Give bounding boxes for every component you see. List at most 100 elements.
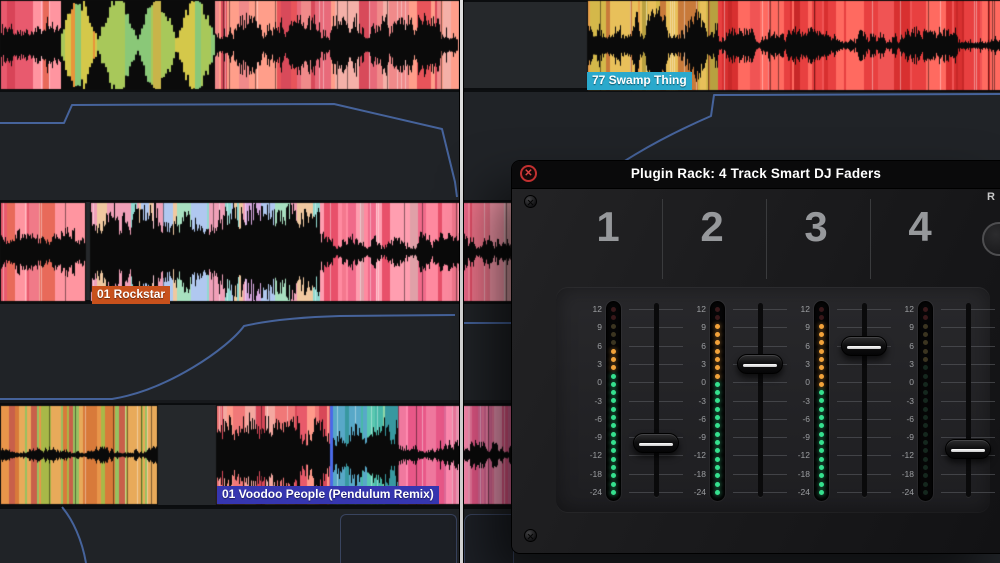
channel-separator (662, 199, 663, 279)
led (611, 340, 616, 345)
led (715, 332, 720, 337)
fader-handle-ch3[interactable] (841, 336, 887, 356)
led (611, 457, 616, 462)
led (819, 324, 824, 329)
led (611, 407, 616, 412)
clip-track3-left[interactable] (0, 406, 157, 504)
led (715, 365, 720, 370)
plugin-rack-window: ✕ Plugin Rack: 4 Track Smart DJ Faders 1… (512, 161, 1000, 553)
clip-track1-left[interactable] (0, 1, 458, 89)
led (819, 307, 824, 312)
knob-partial[interactable] (982, 222, 1000, 256)
db-scale-label: -6 (684, 415, 706, 424)
db-scale-label: 3 (684, 360, 706, 369)
led (715, 340, 720, 345)
led (819, 440, 824, 445)
reset-label-partial: R (987, 191, 995, 203)
db-scale-label: -9 (580, 433, 602, 442)
led (715, 324, 720, 329)
db-scale-label: -9 (788, 433, 810, 442)
led (715, 382, 720, 387)
led (611, 315, 616, 320)
clip-track2-left[interactable] (0, 203, 85, 301)
led (611, 307, 616, 312)
led (715, 490, 720, 495)
led (923, 448, 928, 453)
level-meter (918, 301, 933, 501)
led (819, 374, 824, 379)
led (923, 340, 928, 345)
led (611, 374, 616, 379)
clip-label-swamp-thing[interactable]: 77 Swamp Thing (587, 72, 692, 90)
db-scale-label: -18 (788, 470, 810, 479)
led (923, 457, 928, 462)
background-window-edge-right (464, 514, 514, 563)
led (819, 407, 824, 412)
level-meter (710, 301, 725, 501)
db-scale-label: 12 (684, 305, 706, 314)
led (923, 382, 928, 387)
fader-handle-ch1[interactable] (633, 433, 679, 453)
fader-panel: 129630-3-6-9-12-18-24129630-3-6-9-12-18-… (556, 287, 990, 512)
led (611, 415, 616, 420)
channel-separator (870, 199, 871, 279)
fader-handle-stripe (639, 443, 673, 446)
db-scale-label: -6 (580, 415, 602, 424)
db-scale-label: 3 (892, 360, 914, 369)
led (819, 365, 824, 370)
db-scale-label: 6 (788, 342, 810, 351)
led (611, 482, 616, 487)
db-scale-label: -18 (684, 470, 706, 479)
led (819, 382, 824, 387)
channel-number: 4 (890, 203, 950, 251)
plugin-titlebar[interactable]: ✕ Plugin Rack: 4 Track Smart DJ Faders (512, 161, 1000, 189)
led (715, 398, 720, 403)
led (715, 423, 720, 428)
db-scale-label: 9 (580, 323, 602, 332)
led (819, 332, 824, 337)
playhead[interactable] (459, 0, 464, 563)
led (819, 432, 824, 437)
led (923, 315, 928, 320)
db-scale-label: 3 (580, 360, 602, 369)
led (819, 423, 824, 428)
led (819, 398, 824, 403)
led (611, 382, 616, 387)
screw-icon-bottom-left (524, 529, 537, 542)
db-scale-label: -3 (684, 397, 706, 406)
fader-handle-ch2[interactable] (737, 354, 783, 374)
clip-label-rockstar[interactable]: 01 Rockstar (92, 286, 170, 304)
db-scale-label: 9 (892, 323, 914, 332)
fader-handle-ch4[interactable] (945, 439, 991, 459)
led (611, 390, 616, 395)
led (611, 432, 616, 437)
channel-number: 2 (682, 203, 742, 251)
level-meter (814, 301, 829, 501)
led (923, 398, 928, 403)
led (611, 365, 616, 370)
led (819, 340, 824, 345)
db-scale-label: 0 (580, 378, 602, 387)
clip-label-voodoo-people[interactable]: 01 Voodoo People (Pendulum Remix) (217, 486, 439, 504)
db-scale-label: -18 (892, 470, 914, 479)
led (923, 440, 928, 445)
led (923, 349, 928, 354)
fader-groove (654, 303, 659, 497)
led (923, 415, 928, 420)
led (715, 315, 720, 320)
led (923, 423, 928, 428)
led (923, 357, 928, 362)
led (923, 482, 928, 487)
led (611, 473, 616, 478)
level-meter (606, 301, 621, 501)
led (715, 457, 720, 462)
db-scale-label: -12 (684, 451, 706, 460)
db-scale-label: -3 (892, 397, 914, 406)
led (923, 473, 928, 478)
led (611, 448, 616, 453)
led (715, 407, 720, 412)
led (819, 482, 824, 487)
led (715, 440, 720, 445)
led (611, 349, 616, 354)
led (611, 398, 616, 403)
